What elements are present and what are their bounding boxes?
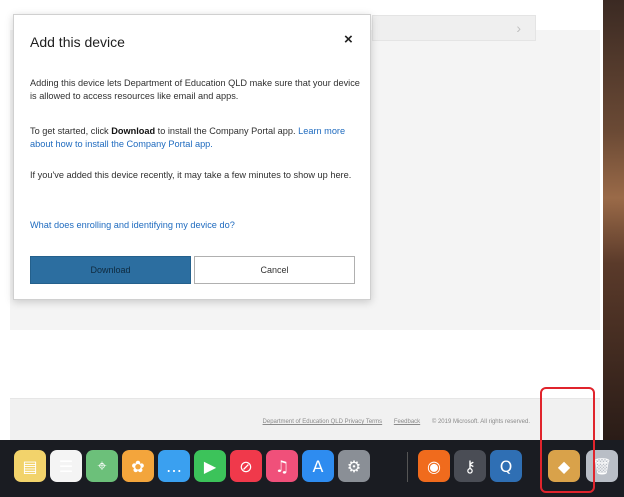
- recent-device-note: If you've added this device recently, it…: [30, 170, 352, 180]
- copyright-text: © 2019 Microsoft. All rights reserved.: [431, 419, 530, 425]
- highlight-annotation: [540, 387, 595, 493]
- quicktime-icon[interactable]: Q: [490, 450, 522, 482]
- desktop-wallpaper: [603, 0, 624, 440]
- enrolling-help-link[interactable]: What does enrolling and identifying my d…: [30, 219, 360, 232]
- dialog-title: Add this device: [30, 34, 125, 50]
- maps-icon[interactable]: ⌖: [86, 450, 118, 482]
- feedback-link[interactable]: Feedback: [394, 419, 420, 425]
- chevron-right-icon: ›: [516, 20, 521, 36]
- instructions-prefix: To get started, click: [30, 126, 112, 136]
- instructions-text: To get started, click Download to instal…: [30, 125, 360, 151]
- macos-dock: ▤ ☰ ⌖ ✿… ▶ ⊘ ♫ A ⚙ ◉ ⚷ Q ◆ 🗑: [0, 440, 624, 497]
- app-store-icon[interactable]: A: [302, 450, 334, 482]
- reminders-icon[interactable]: ☰: [50, 450, 82, 482]
- download-button[interactable]: Download: [30, 256, 191, 284]
- add-device-dialog: Add this device × Adding this device let…: [13, 14, 371, 300]
- instructions-middle: to install the Company Portal app.: [155, 126, 299, 136]
- notes-icon[interactable]: ▤: [14, 450, 46, 482]
- facetime-icon[interactable]: ▶: [194, 450, 226, 482]
- intro-text: Adding this device lets Department of Ed…: [30, 78, 360, 101]
- close-icon[interactable]: ×: [344, 31, 353, 48]
- download-keyword: Download: [111, 126, 156, 136]
- dock-separator: [407, 452, 408, 482]
- photos-icon[interactable]: ✿: [122, 450, 154, 482]
- privacy-terms-link[interactable]: Department of Education QLD Privacy Term…: [263, 419, 383, 425]
- keychain-icon[interactable]: ⚷: [454, 450, 486, 482]
- music-icon[interactable]: ♫: [266, 450, 298, 482]
- messages-icon[interactable]: …: [158, 450, 190, 482]
- firefox-icon[interactable]: ◉: [418, 450, 450, 482]
- page-footer: Department of Education QLD Privacy Term…: [10, 398, 600, 440]
- news-icon[interactable]: ⊘: [230, 450, 262, 482]
- cancel-button[interactable]: Cancel: [194, 256, 355, 284]
- system-preferences-icon[interactable]: ⚙: [338, 450, 370, 482]
- device-list-row[interactable]: ›: [372, 15, 536, 41]
